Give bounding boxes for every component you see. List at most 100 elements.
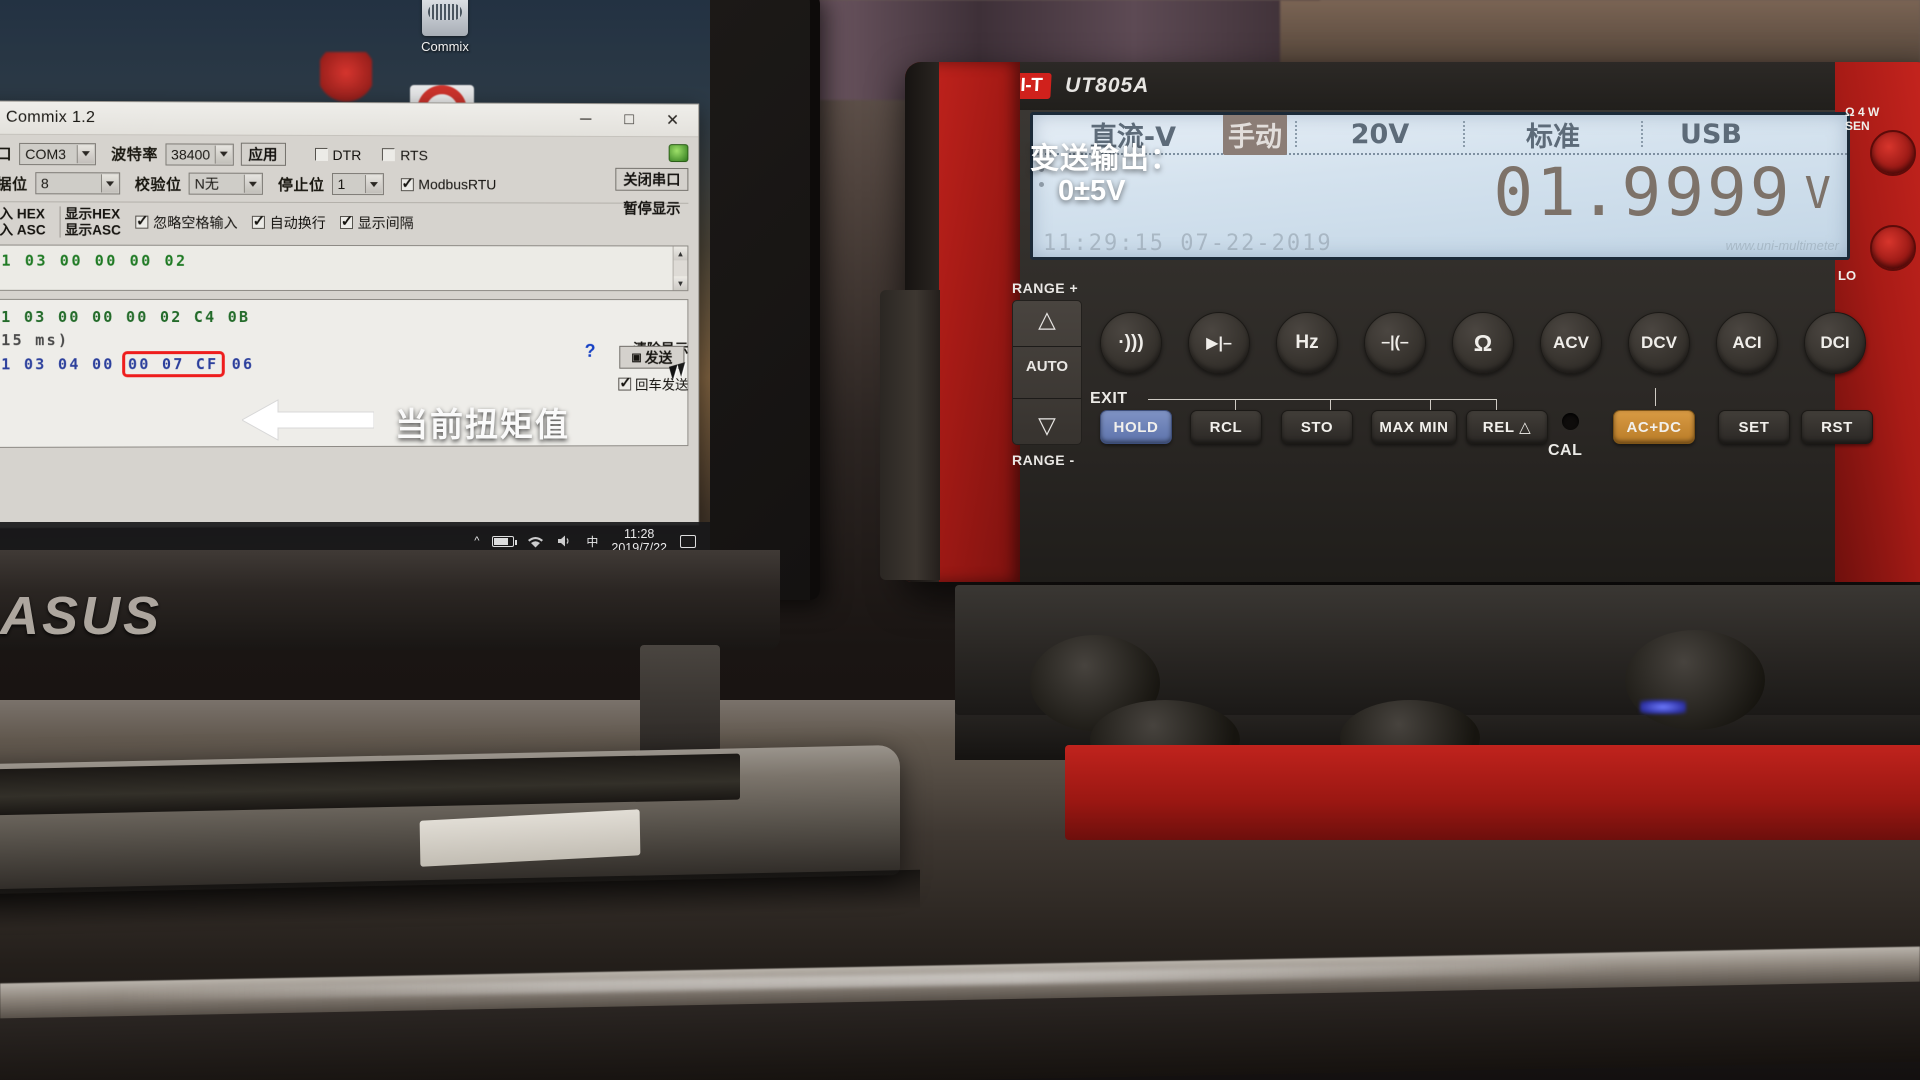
ignore-space-label: 忽略空格输入 — [153, 214, 238, 231]
input-asc-label: 输入 ASC — [0, 221, 46, 238]
wallpaper-decor-1 — [320, 52, 372, 104]
network-icon[interactable] — [527, 535, 544, 548]
close-button[interactable]: ✕ — [651, 104, 694, 136]
dtr-label: DTR — [332, 146, 362, 163]
modbus-checkbox[interactable]: ModbusRTU — [400, 176, 496, 192]
auto-wrap-checkbox[interactable]: 自动换行 — [251, 212, 326, 232]
laptop-hinge — [640, 645, 720, 760]
checkbox-box — [618, 377, 632, 391]
triangle-down-icon[interactable]: ▽ — [1038, 413, 1056, 437]
exit-bracket-line — [1148, 399, 1496, 400]
volume-icon[interactable] — [557, 534, 573, 548]
acv-label: ACV — [1553, 333, 1589, 352]
pause-display-button[interactable]: 暂停显示 — [615, 197, 688, 220]
dcv-button[interactable]: DCV — [1628, 312, 1690, 374]
ignore-space-checkbox[interactable]: 忽略空格输入 — [135, 212, 238, 232]
rcl-button[interactable]: RCL — [1190, 410, 1262, 444]
terminal-sense[interactable] — [1870, 130, 1916, 176]
acv-button[interactable]: ACV — [1540, 312, 1602, 374]
minimize-button[interactable]: ─ — [564, 104, 608, 136]
display-format-toggle[interactable]: 显示HEX 显示ASC — [59, 206, 121, 238]
scroll-down-icon[interactable]: ▼ — [673, 276, 688, 291]
cal-port[interactable] — [1562, 413, 1579, 430]
apply-button[interactable]: 应用 — [240, 142, 286, 166]
log-prefix: 01 03 04 00 — [0, 354, 126, 373]
ac-dc-button[interactable]: AC+DC — [1613, 410, 1695, 444]
modbus-label: ModbusRTU — [418, 176, 497, 193]
auto-wrap-label: 自动换行 — [269, 214, 326, 231]
action-center-icon[interactable] — [680, 534, 696, 548]
send-input-area[interactable]: 01 03 00 00 00 02 ▲ ▼ — [0, 244, 689, 292]
stopbits-select[interactable]: 1 — [331, 172, 384, 196]
send-input-scrollbar[interactable]: ▲ ▼ — [672, 246, 688, 291]
terminal-lo[interactable] — [1870, 225, 1916, 271]
resistance-icon: Ω — [1473, 329, 1493, 356]
range-plus-label: RANGE + — [1012, 280, 1079, 296]
ime-indicator[interactable]: 中 — [586, 533, 598, 550]
torque-value-highlight: 00 07 CF — [121, 350, 225, 377]
acdc-indicator-line — [1655, 388, 1656, 406]
auto-label: AUTO — [1025, 358, 1069, 375]
parity-select[interactable]: N无 — [188, 172, 263, 195]
annotation-arrow-icon — [242, 399, 374, 441]
model-label: UT805A — [1065, 74, 1150, 97]
databits-label: 数据位 — [0, 175, 28, 193]
chevron-down-icon — [76, 144, 94, 163]
show-interval-checkbox[interactable]: 显示间隔 — [339, 213, 414, 233]
desktop-icon-commix[interactable]: Commix — [400, 0, 490, 54]
multimeter-left-side-panel — [880, 290, 940, 580]
maximize-button[interactable]: □ — [607, 104, 650, 136]
continuity-button[interactable]: ·))) — [1100, 312, 1162, 374]
frequency-button[interactable]: Hz — [1276, 312, 1338, 374]
frequency-label: Hz — [1295, 332, 1319, 353]
set-button[interactable]: SET — [1718, 410, 1790, 444]
max-min-button[interactable]: MAX MIN — [1371, 410, 1457, 444]
close-port-button[interactable]: 关闭串口 — [615, 167, 689, 191]
port-select[interactable]: COM3 — [19, 142, 96, 165]
multimeter-red-base — [1065, 745, 1920, 840]
send-button-label: 发送 — [644, 349, 673, 366]
divider — [1013, 345, 1081, 347]
sto-button[interactable]: STO — [1281, 410, 1353, 444]
input-format-toggle[interactable]: 输入 HEX 输入 ASC — [0, 206, 46, 238]
aci-button[interactable]: ACI — [1716, 312, 1778, 374]
rel-button[interactable]: REL △ — [1466, 410, 1548, 444]
rst-button[interactable]: RST — [1801, 410, 1873, 444]
show-interval-label: 显示间隔 — [357, 214, 414, 231]
diode-button[interactable]: ▶|– — [1188, 312, 1250, 374]
capacitance-button[interactable]: –|(– — [1364, 312, 1426, 374]
checkbox-box — [251, 215, 265, 229]
screenshot-stage: Commix Commix 1.2 ─ □ ✕ 串口 COM3 波特率 3840… — [0, 0, 1920, 1080]
send-input-text: 01 03 00 00 00 02 — [0, 251, 188, 270]
chevron-down-icon — [100, 174, 118, 193]
scroll-up-icon[interactable]: ▲ — [673, 246, 688, 261]
lcd-divider — [1463, 121, 1465, 147]
resistance-button[interactable]: Ω — [1452, 312, 1514, 374]
triangle-up-icon[interactable]: △ — [1038, 308, 1056, 331]
stopbits-label: 停止位 — [277, 176, 325, 194]
window-title: Commix 1.2 — [5, 108, 96, 127]
baud-select[interactable]: 38400 — [165, 142, 234, 166]
dci-label: DCI — [1820, 333, 1850, 352]
rts-checkbox[interactable]: RTS — [382, 147, 428, 163]
commix-titlebar[interactable]: Commix 1.2 ─ □ ✕ — [0, 101, 699, 138]
clock-time: 11:28 — [624, 526, 655, 541]
databits-select[interactable]: 8 — [34, 172, 120, 195]
chevron-up-icon[interactable]: ^ — [474, 535, 479, 547]
lcd-value: 01.9999 — [1493, 154, 1793, 231]
multimeter-top-strip: UNI-T UT805A — [905, 62, 1920, 110]
help-button[interactable]: ? — [585, 341, 596, 362]
battery-icon[interactable] — [492, 535, 518, 547]
checkbox-box — [135, 215, 149, 229]
dci-button[interactable]: DCI — [1804, 312, 1866, 374]
commix-shortcut-icon — [422, 0, 468, 36]
lcd-divider — [1641, 121, 1643, 147]
chevron-down-icon — [243, 174, 261, 193]
laptop-brand: ASUS — [0, 586, 163, 646]
checkbox-box — [400, 177, 414, 191]
status-led-blue — [1640, 700, 1686, 714]
dtr-checkbox[interactable]: DTR — [314, 146, 362, 163]
hold-button[interactable]: HOLD — [1100, 410, 1172, 444]
port-label: 串口 — [0, 145, 13, 164]
commix-window[interactable]: Commix 1.2 ─ □ ✕ 串口 COM3 波特率 38400 应用 DT… — [0, 100, 700, 529]
